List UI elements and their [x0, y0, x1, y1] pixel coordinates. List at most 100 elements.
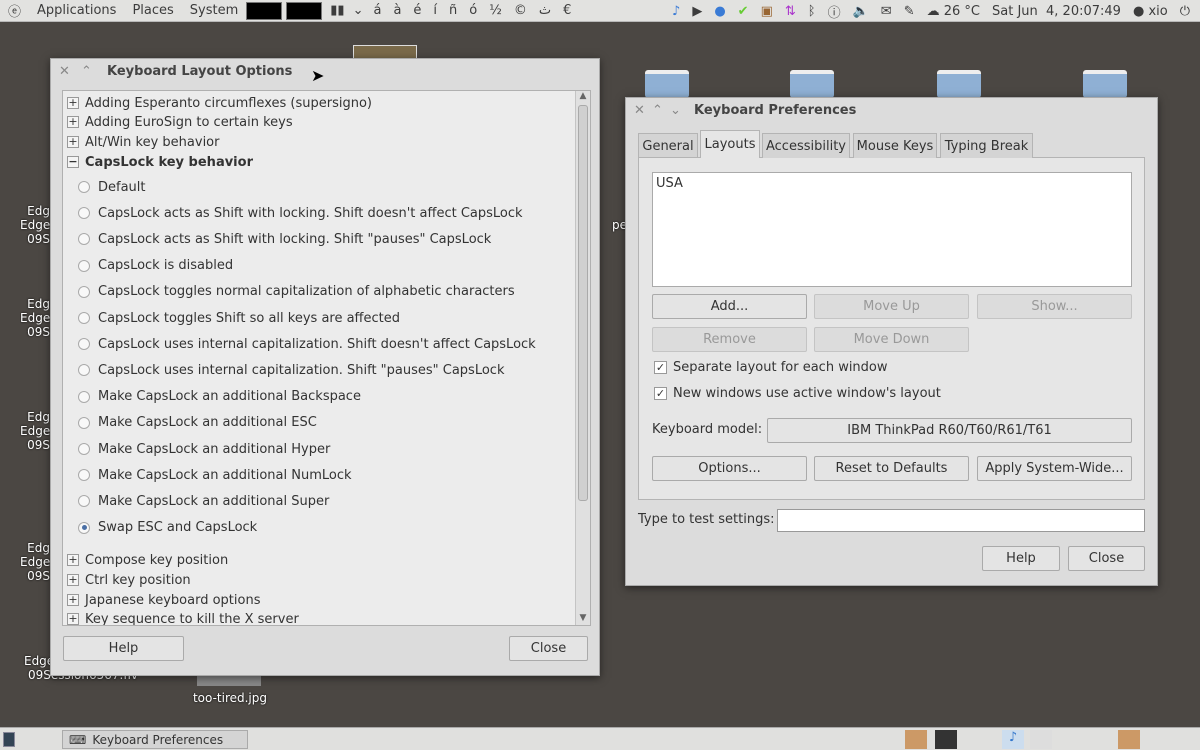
tree-group-expanded[interactable]: − CapsLock key behavior	[67, 152, 253, 172]
folder-icon[interactable]	[937, 70, 981, 98]
firefox-icon[interactable]	[905, 730, 927, 749]
tab-typing-break[interactable]: Typing Break	[940, 133, 1033, 158]
keyboard-model-button[interactable]: IBM ThinkPad R60/T60/R61/T61	[767, 418, 1132, 443]
option-radio[interactable]: Make CapsLock an additional ESC	[78, 413, 317, 433]
notes-icon[interactable]: ✎	[904, 4, 915, 19]
info-icon[interactable]: ⓘ	[828, 2, 841, 21]
firefox-icon[interactable]	[1118, 730, 1140, 749]
tree-group[interactable]: + Adding EuroSign to certain keys	[67, 112, 293, 132]
expand-icon[interactable]: +	[67, 574, 79, 586]
collapse-icon[interactable]: −	[67, 156, 79, 168]
option-radio[interactable]: CapsLock uses internal capitalization. S…	[78, 334, 536, 354]
folder-icon[interactable]	[1083, 70, 1127, 98]
tab-general[interactable]: General	[638, 133, 698, 158]
expand-icon[interactable]: +	[67, 116, 79, 128]
tab-layouts[interactable]: Layouts	[700, 130, 760, 158]
show-button[interactable]: Show...	[977, 294, 1132, 319]
option-radio[interactable]: CapsLock acts as Shift with locking. Shi…	[78, 203, 523, 223]
apply-system-wide-button[interactable]: Apply System-Wide...	[977, 456, 1132, 481]
test-input[interactable]	[777, 509, 1145, 532]
menu-places[interactable]: Places	[132, 3, 173, 18]
option-radio[interactable]: Default	[78, 177, 146, 197]
character-palette[interactable]: á à é í ñ ó ½ © ث €	[367, 3, 577, 18]
battery-icon[interactable]: ▮▮	[330, 3, 344, 18]
tree-group[interactable]: + Japanese keyboard options	[67, 590, 260, 610]
tree-group[interactable]: + Alt/Win key behavior	[67, 132, 219, 152]
scroll-up-icon[interactable]: ▲	[576, 91, 590, 101]
expand-icon[interactable]: +	[67, 554, 79, 566]
char-button[interactable]: á	[373, 3, 381, 18]
folder-icon[interactable]	[645, 70, 689, 98]
char-button[interactable]: é	[413, 3, 421, 18]
close-button[interactable]: Close	[509, 636, 588, 661]
cpu-monitor[interactable]	[246, 1, 283, 20]
char-button[interactable]: €	[563, 3, 571, 18]
option-radio[interactable]: Make CapsLock an additional NumLock	[78, 465, 352, 485]
maximize-icon[interactable]: ⌃	[652, 103, 664, 118]
desktop-file-jpg[interactable]: too-tired.jpg	[180, 691, 280, 705]
scrollbar-thumb[interactable]	[578, 105, 588, 501]
option-radio[interactable]: CapsLock uses internal capitalization. S…	[78, 360, 504, 380]
move-down-button[interactable]: Move Down	[814, 327, 969, 352]
option-radio[interactable]: CapsLock toggles Shift so all keys are a…	[78, 308, 400, 328]
clock[interactable]: Sat Jun 4, 20:07:49	[992, 4, 1121, 19]
chevron-down-icon[interactable]: ⌄	[353, 3, 364, 18]
tree-group[interactable]: + Key sequence to kill the X server	[67, 609, 299, 625]
tab-accessibility[interactable]: Accessibility	[762, 133, 850, 158]
network-arrows-icon[interactable]: ⇅	[785, 4, 796, 19]
char-button[interactable]: à	[393, 3, 401, 18]
expand-icon[interactable]: +	[67, 97, 79, 109]
reset-defaults-button[interactable]: Reset to Defaults	[814, 456, 969, 481]
new-windows-checkbox[interactable]: ✓ New windows use active window's layout	[654, 386, 941, 401]
maximize-icon[interactable]: ⌃	[81, 64, 93, 79]
char-button[interactable]: ث	[539, 3, 551, 18]
close-button[interactable]: Close	[1068, 546, 1145, 571]
option-radio[interactable]: Swap ESC and CapsLock	[78, 518, 257, 538]
drop-icon[interactable]: ●	[714, 4, 725, 19]
minimize-icon[interactable]: ⌄	[670, 103, 682, 118]
image-thumbnail[interactable]	[353, 45, 417, 59]
add-button[interactable]: Add...	[652, 294, 807, 319]
play-icon[interactable]: ▶	[692, 4, 702, 19]
char-button[interactable]: í	[433, 3, 437, 18]
folder-icon[interactable]	[790, 70, 834, 98]
scroll-down-icon[interactable]: ▼	[576, 613, 590, 623]
expand-icon[interactable]: +	[67, 613, 79, 625]
close-icon[interactable]: ✕	[59, 64, 71, 79]
net-monitor[interactable]	[286, 1, 323, 20]
desktop-file[interactable]: Edg Edge 09S	[20, 410, 50, 452]
char-button[interactable]: ©	[514, 3, 527, 18]
desktop-file[interactable]: Edg Edge 09S	[20, 541, 50, 583]
option-radio[interactable]: CapsLock toggles normal capitalization o…	[78, 282, 515, 302]
show-desktop-icon[interactable]	[3, 732, 15, 747]
help-button[interactable]: Help	[982, 546, 1060, 571]
remove-button[interactable]: Remove	[652, 327, 807, 352]
volume-icon[interactable]: 🔈	[853, 4, 869, 19]
close-icon[interactable]: ✕	[634, 103, 646, 118]
tree-group[interactable]: + Ctrl key position	[67, 570, 191, 590]
option-radio[interactable]: Make CapsLock an additional Backspace	[78, 387, 361, 407]
check-icon[interactable]: ✔	[738, 4, 749, 19]
char-button[interactable]: ½	[489, 3, 502, 18]
expand-icon[interactable]: +	[67, 136, 79, 148]
char-button[interactable]: ó	[469, 3, 477, 18]
layout-item[interactable]: USA	[656, 176, 1128, 191]
tree-group[interactable]: + Compose key position	[67, 550, 228, 570]
bluetooth-icon[interactable]: ᛒ	[808, 4, 816, 19]
option-radio[interactable]: Make CapsLock an additional Hyper	[78, 439, 330, 459]
tab-mouse-keys[interactable]: Mouse Keys	[853, 133, 937, 158]
options-button[interactable]: Options...	[652, 456, 807, 481]
option-radio[interactable]: CapsLock acts as Shift with locking. Shi…	[78, 229, 491, 249]
menu-system[interactable]: System	[190, 3, 238, 18]
title-bar[interactable]: ✕ ⌃ Keyboard Layout Options	[51, 59, 599, 83]
distro-logo-icon[interactable]: ⓔ	[8, 1, 21, 20]
taskbar-item[interactable]: ⌨ Keyboard Preferences	[62, 730, 248, 749]
music-icon[interactable]: ♪	[1002, 730, 1024, 749]
desktop-file[interactable]: Edg Edge 09S	[20, 204, 50, 246]
help-button[interactable]: Help	[63, 636, 184, 661]
book-icon[interactable]: ▣	[761, 4, 773, 19]
option-radio[interactable]: CapsLock is disabled	[78, 256, 233, 276]
user-menu[interactable]: ● xio	[1133, 4, 1168, 19]
title-bar[interactable]: ✕ ⌃ ⌄ Keyboard Preferences	[626, 98, 1157, 122]
tree-group[interactable]: + Adding Esperanto circumflexes (supersig…	[67, 93, 372, 113]
